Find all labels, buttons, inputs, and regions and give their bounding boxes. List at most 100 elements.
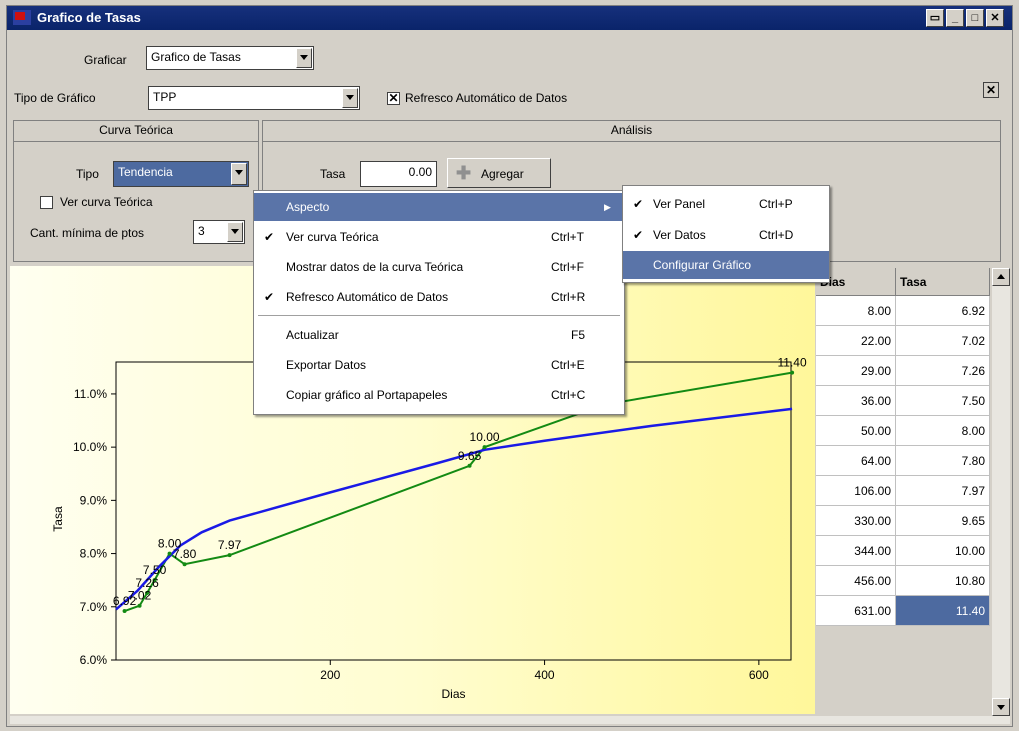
menu-item-shortcut: Ctrl+F bbox=[551, 260, 584, 274]
y-tick-label: 10.0% bbox=[73, 440, 107, 454]
point-label: 7.80 bbox=[173, 547, 197, 561]
menu-item-refresco[interactable]: ✔ Refresco Automático de Datos Ctrl+R bbox=[254, 283, 624, 311]
table-cell-tasa[interactable]: 10.80 bbox=[896, 566, 990, 596]
table-cell-dias[interactable]: 64.00 bbox=[816, 446, 896, 476]
data-point bbox=[482, 445, 487, 450]
data-point bbox=[122, 609, 127, 614]
tipo-grafico-select[interactable]: TPP bbox=[148, 86, 360, 110]
point-label: 7.02 bbox=[128, 589, 152, 603]
check-icon: ✔ bbox=[264, 230, 275, 244]
table-cell-tasa[interactable]: 6.92 bbox=[896, 296, 990, 326]
table-cell-dias[interactable]: 29.00 bbox=[816, 356, 896, 386]
menu-item-mostrar-datos[interactable]: Mostrar datos de la curva Teórica Ctrl+F bbox=[254, 253, 624, 281]
y-tick-label: 7.0% bbox=[80, 600, 108, 614]
table-cell-dias[interactable]: 456.00 bbox=[816, 566, 896, 596]
tasa-label: Tasa bbox=[320, 167, 346, 181]
table-cell-dias[interactable]: 8.00 bbox=[816, 296, 896, 326]
tipo-grafico-value: TPP bbox=[153, 90, 177, 104]
tasa-input[interactable]: 0.00 bbox=[360, 161, 437, 187]
minimize-button[interactable]: _ bbox=[946, 9, 964, 27]
menu-item-exportar[interactable]: Exportar Datos Ctrl+E bbox=[254, 351, 624, 379]
header-tasa[interactable]: Tasa bbox=[896, 268, 990, 296]
data-point bbox=[137, 603, 142, 608]
x-tick-label: 400 bbox=[535, 668, 555, 682]
submenu-item-configurar[interactable]: Configurar Gráfico bbox=[623, 251, 829, 279]
data-point bbox=[467, 463, 472, 468]
point-label: 7.26 bbox=[135, 576, 159, 590]
table-cell-dias[interactable]: 330.00 bbox=[816, 506, 896, 536]
menu-item-ver-curva[interactable]: ✔ Ver curva Teórica Ctrl+T bbox=[254, 223, 624, 251]
context-menu: Aspecto ▶ ✔ Ver curva Teórica Ctrl+T Mos… bbox=[253, 190, 625, 415]
menu-item-shortcut: F5 bbox=[571, 328, 586, 342]
table-cell-dias[interactable]: 50.00 bbox=[816, 416, 896, 446]
menu-item-shortcut: Ctrl+T bbox=[551, 230, 584, 244]
restore-icon[interactable]: ▭ bbox=[926, 9, 944, 27]
y-axis-label: Tasa bbox=[51, 506, 65, 532]
cant-minima-spinner[interactable]: 3 bbox=[193, 220, 245, 244]
menu-item-shortcut: Ctrl+R bbox=[551, 290, 586, 304]
title-bar[interactable]: Grafico de Tasas ▭ _ □ ✕ bbox=[7, 6, 1012, 30]
curva-tipo-select[interactable]: Tendencia bbox=[113, 161, 249, 187]
submenu-item-label: Ver Datos bbox=[653, 228, 706, 242]
menu-item-label: Mostrar datos de la curva Teórica bbox=[286, 260, 464, 274]
maximize-button[interactable]: □ bbox=[966, 9, 984, 27]
table-cell-tasa[interactable]: 7.02 bbox=[896, 326, 990, 356]
agregar-button[interactable]: ✚ Agregar bbox=[447, 158, 551, 188]
table-cell-tasa[interactable]: 7.97 bbox=[896, 476, 990, 506]
table-cell-dias[interactable]: 22.00 bbox=[816, 326, 896, 356]
menu-item-label: Ver curva Teórica bbox=[286, 230, 379, 244]
point-label: 9.65 bbox=[458, 449, 482, 463]
menu-item-label: Aspecto bbox=[286, 200, 330, 214]
data-grid[interactable]: Dias Tasa 8.00 6.92 22.00 7.02 29.00 7.26 36.0… bbox=[816, 268, 990, 688]
table-cell-dias[interactable]: 631.00 bbox=[816, 596, 896, 626]
table-cell-tasa[interactable]: 11.40 bbox=[896, 596, 990, 626]
table-cell-tasa[interactable]: 10.00 bbox=[896, 536, 990, 566]
check-icon: ✔ bbox=[633, 197, 644, 211]
ver-curva-checkbox[interactable] bbox=[40, 196, 53, 209]
graficar-select[interactable]: Grafico de Tasas bbox=[146, 46, 314, 70]
menu-item-actualizar[interactable]: Actualizar F5 bbox=[254, 321, 624, 349]
chevron-down-icon[interactable] bbox=[342, 88, 358, 108]
table-cell-tasa[interactable]: 8.00 bbox=[896, 416, 990, 446]
table-cell-tasa[interactable]: 7.26 bbox=[896, 356, 990, 386]
table-cell-tasa[interactable]: 7.50 bbox=[896, 386, 990, 416]
tasa-value: 0.00 bbox=[408, 165, 432, 179]
menu-item-copiar[interactable]: Copiar gráfico al Portapapeles Ctrl+C bbox=[254, 381, 624, 409]
data-point bbox=[167, 551, 172, 556]
scroll-up-icon[interactable] bbox=[992, 268, 1010, 286]
point-label: 7.97 bbox=[218, 538, 242, 552]
chevron-down-icon[interactable] bbox=[231, 163, 247, 185]
plus-icon: ✚ bbox=[456, 163, 472, 183]
close-button[interactable]: ✕ bbox=[986, 9, 1004, 27]
table-cell-dias[interactable]: 344.00 bbox=[816, 536, 896, 566]
spinner-arrows-icon[interactable] bbox=[227, 222, 243, 242]
close-panel-button[interactable]: ✕ bbox=[983, 82, 999, 98]
submenu-item-ver-datos[interactable]: ✔ Ver Datos Ctrl+D bbox=[623, 221, 829, 249]
point-label: 10.00 bbox=[470, 430, 500, 444]
curva-tipo-label: Tipo bbox=[76, 167, 99, 181]
cant-minima-value: 3 bbox=[198, 224, 205, 238]
table-cell-tasa[interactable]: 9.65 bbox=[896, 506, 990, 536]
x-tick-label: 200 bbox=[320, 668, 340, 682]
vertical-scrollbar[interactable] bbox=[992, 268, 1010, 716]
menu-item-label: Actualizar bbox=[286, 328, 339, 342]
refresco-checkbox[interactable]: ✕ bbox=[387, 92, 400, 105]
submenu-item-shortcut: Ctrl+P bbox=[759, 197, 793, 211]
x-tick-label: 600 bbox=[749, 668, 769, 682]
table-cell-dias[interactable]: 106.00 bbox=[816, 476, 896, 506]
table-cell-tasa[interactable]: 7.80 bbox=[896, 446, 990, 476]
graficar-value: Grafico de Tasas bbox=[151, 50, 241, 64]
chevron-down-icon[interactable] bbox=[296, 48, 312, 68]
ver-curva-label: Ver curva Teórica bbox=[60, 195, 153, 209]
horizontal-scrollbar[interactable] bbox=[10, 716, 1010, 724]
scroll-down-icon[interactable] bbox=[992, 698, 1010, 716]
table-cell-dias[interactable]: 36.00 bbox=[816, 386, 896, 416]
y-tick-label: 8.0% bbox=[80, 547, 108, 561]
tipo-grafico-label: Tipo de Gráfico bbox=[14, 91, 96, 105]
check-icon: ✔ bbox=[633, 228, 644, 242]
window-title: Grafico de Tasas bbox=[37, 10, 141, 25]
submenu-item-ver-panel[interactable]: ✔ Ver Panel Ctrl+P bbox=[623, 190, 829, 218]
submenu-item-shortcut: Ctrl+D bbox=[759, 228, 794, 242]
menu-item-aspecto[interactable]: Aspecto ▶ bbox=[254, 193, 624, 221]
menu-item-label: Exportar Datos bbox=[286, 358, 367, 372]
